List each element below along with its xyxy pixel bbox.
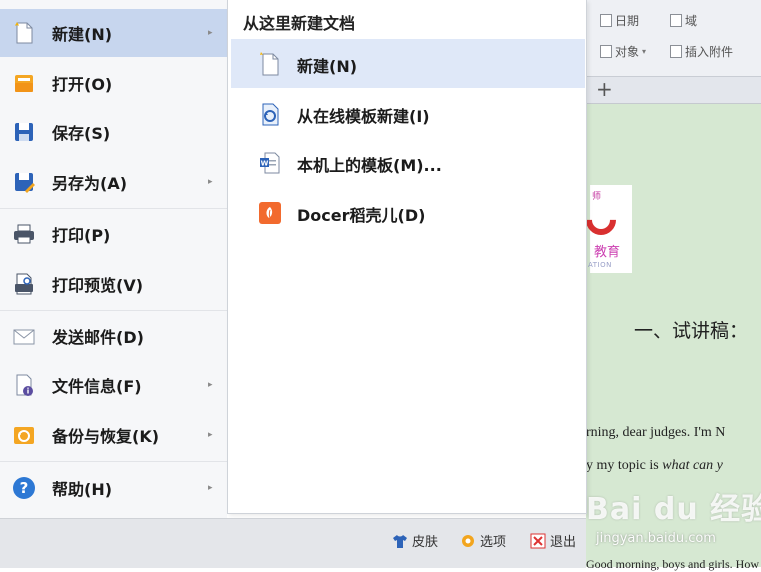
- submenu-item-label: 新建(N): [297, 57, 358, 76]
- field-button[interactable]: 域: [670, 12, 697, 29]
- docer-icon: [259, 202, 281, 224]
- menu-item-open[interactable]: 打开(O): [0, 59, 227, 107]
- menu-item-label: 帮助(H): [52, 480, 113, 499]
- shirt-icon: [393, 534, 407, 548]
- document-logo-image: 师 教育 ATION: [579, 185, 632, 273]
- menu-item-new[interactable]: 新建(N) ▸: [0, 9, 227, 57]
- calendar-icon: [600, 14, 612, 27]
- envelope-icon: [13, 329, 35, 345]
- menu-item-label: 打印(P): [52, 226, 111, 245]
- printer-icon: [14, 224, 34, 244]
- menu-item-label: 保存(S): [52, 124, 111, 143]
- document-line: rning, dear judges. I'm N: [586, 425, 726, 440]
- menu-item-label: 新建(N): [52, 25, 113, 44]
- submenu-item-docer[interactable]: Docer稻壳儿(D): [231, 188, 585, 237]
- object-button[interactable]: 对象 ▾: [600, 43, 646, 60]
- document-line-italic: what can y: [662, 458, 723, 473]
- exit-label: 退出: [550, 535, 577, 550]
- document-tabstrip: +: [586, 77, 761, 104]
- insert-attachment-button[interactable]: 插入附件: [670, 43, 733, 60]
- submenu-item-label: 本机上的模板(M)...: [297, 156, 442, 175]
- submenu-arrow-icon: ▸: [208, 430, 213, 440]
- document-line: y my topic is what can y: [586, 458, 723, 474]
- menu-item-send-email[interactable]: 发送邮件(D): [0, 312, 227, 360]
- chevron-down-icon: ▾: [642, 47, 647, 56]
- skin-button[interactable]: 皮肤: [392, 531, 438, 550]
- submenu-arrow-icon: ▸: [208, 380, 213, 390]
- submenu-item-label: Docer稻壳儿(D): [297, 206, 426, 225]
- backup-icon: [14, 427, 34, 444]
- document-heading: 一、试讲稿：: [634, 321, 749, 342]
- field-label: 域: [685, 14, 698, 28]
- submenu-arrow-icon: ▸: [208, 483, 213, 493]
- submenu-header: 从这里新建文档: [243, 14, 356, 33]
- date-label: 日期: [615, 14, 640, 28]
- submenu-arrow-icon: ▸: [208, 28, 213, 38]
- file-menu: 新建(N) ▸ 打开(O) 保存(S) 另存为(A) ▸ 打印(P) 打印预览(…: [0, 0, 227, 518]
- save-as-icon: [15, 173, 35, 193]
- menu-item-label: 打印预览(V): [52, 276, 144, 295]
- submenu-item-new-blank[interactable]: 新建(N): [231, 39, 585, 88]
- menu-item-label: 另存为(A): [52, 174, 128, 193]
- svg-text:W: W: [261, 160, 269, 168]
- menu-item-print-preview[interactable]: 打印预览(V): [0, 260, 227, 308]
- menu-item-label: 打开(O): [52, 75, 113, 94]
- menu-item-label: 文件信息(F): [52, 377, 142, 396]
- new-submenu: 从这里新建文档 新建(N) 从在线模板新建(I) W 本机上的模板(M)... …: [227, 0, 587, 514]
- menu-item-help[interactable]: ? 帮助(H) ▸: [0, 464, 227, 512]
- open-folder-icon: [15, 75, 33, 92]
- new-file-icon: [15, 22, 33, 44]
- ribbon-toolbar: 日期 域 对象 ▾ 插入附件: [586, 0, 761, 77]
- new-blank-doc-icon: [260, 52, 279, 76]
- menu-item-file-info[interactable]: 文件信息(F) ▸: [0, 361, 227, 409]
- options-button[interactable]: 选项: [460, 531, 506, 550]
- local-template-icon: W: [260, 152, 280, 174]
- bottom-bar: 皮肤 选项 退出: [0, 518, 586, 568]
- logo-text-mid: 教育: [594, 245, 621, 260]
- help-icon: ?: [13, 477, 35, 499]
- menu-divider: [0, 208, 227, 209]
- exit-button[interactable]: 退出: [530, 531, 576, 550]
- submenu-item-local-template[interactable]: W 本机上的模板(M)...: [231, 138, 585, 187]
- menu-item-label: 备份与恢复(K): [52, 427, 160, 446]
- file-info-icon: [16, 374, 33, 396]
- menu-item-save-as[interactable]: 另存为(A) ▸: [0, 158, 227, 206]
- options-label: 选项: [480, 535, 507, 550]
- object-icon: [600, 45, 612, 58]
- submenu-item-label: 从在线模板新建(I): [297, 107, 430, 126]
- menu-divider: [0, 461, 227, 462]
- insert-attachment-label: 插入附件: [685, 45, 734, 59]
- document-line-text: y my topic is: [586, 458, 663, 473]
- print-preview-icon: [15, 273, 33, 295]
- baidu-watermark-logo: Bai du 经验: [586, 492, 761, 527]
- gear-icon: [462, 534, 474, 547]
- logo-text-bottom: ATION: [588, 261, 612, 269]
- svg-text:?: ?: [20, 479, 29, 497]
- document-line: Good morning, boys and girls. How: [586, 557, 759, 571]
- date-button[interactable]: 日期: [600, 12, 639, 29]
- field-icon: [670, 14, 682, 27]
- skin-label: 皮肤: [412, 535, 439, 550]
- menu-item-print[interactable]: 打印(P): [0, 210, 227, 258]
- menu-item-label: 发送邮件(D): [52, 328, 144, 347]
- save-icon: [15, 123, 33, 141]
- menu-item-save[interactable]: 保存(S): [0, 108, 227, 156]
- submenu-arrow-icon: ▸: [208, 177, 213, 187]
- baidu-watermark-url: jingyan.baidu.com: [596, 531, 716, 546]
- logo-text-top: 师: [592, 192, 602, 202]
- submenu-item-online-template[interactable]: 从在线模板新建(I): [231, 89, 585, 138]
- online-template-icon: [262, 103, 279, 126]
- menu-item-backup-restore[interactable]: 备份与恢复(K) ▸: [0, 411, 227, 459]
- object-label: 对象: [615, 45, 640, 59]
- new-tab-button[interactable]: +: [596, 78, 613, 100]
- attachment-icon: [670, 45, 682, 58]
- close-icon: [530, 533, 546, 548]
- menu-divider: [0, 310, 227, 311]
